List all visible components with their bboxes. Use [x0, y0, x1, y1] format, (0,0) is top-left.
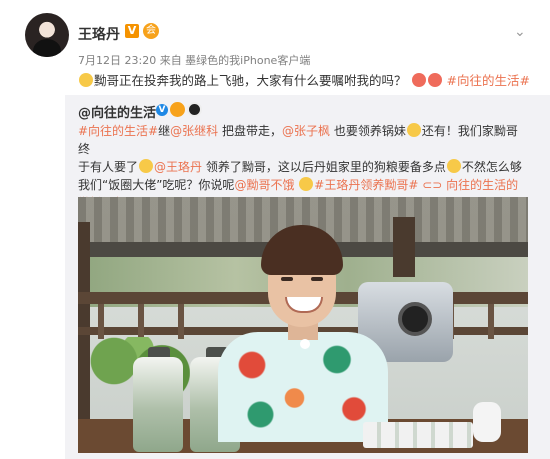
camera-lens — [398, 302, 432, 336]
member-icon: 会 — [143, 23, 159, 39]
vip-badge: V — [125, 24, 139, 38]
post-photo[interactable] — [78, 197, 528, 453]
baluster — [488, 304, 494, 339]
hashtag-link[interactable]: #王珞丹领养黝哥# — [314, 178, 418, 192]
hashtag-link[interactable]: #向往的生活# — [78, 124, 158, 138]
text-fragment: 领养了黝哥，这以后丹姐家里的狗粮要备多点 — [205, 160, 446, 174]
dog-figurine — [473, 402, 501, 442]
panda-icon — [187, 102, 202, 117]
face-emoji-icon — [406, 123, 421, 137]
dog-emoji-icon — [299, 177, 314, 191]
person-eye — [311, 277, 323, 281]
hashtag-link[interactable]: #向往的生活# — [446, 73, 529, 88]
text-fragment: 把盘带走， — [221, 124, 282, 138]
text-fragment: 我们“饭圈大佬”吃呢？你说呢 — [78, 178, 235, 192]
chevron-down-icon[interactable]: ⌄ — [514, 24, 526, 40]
dog-emoji-icon — [79, 73, 93, 87]
post-text: 黝哥正在投奔我的路上飞驰，大家有什么要嘱咐我的吗？ #向往的生活# — [78, 72, 533, 90]
dog-emoji-icon — [446, 159, 461, 173]
lapel-mic — [300, 339, 310, 349]
avatar[interactable] — [25, 13, 69, 57]
baluster — [98, 304, 104, 339]
mention-link[interactable]: @王珞丹 — [154, 160, 202, 174]
face-emoji-icon — [139, 159, 154, 173]
video-link-icon[interactable]: ⊂⊃ — [422, 178, 442, 192]
post-meta: 7月12日 23:20 来自 墨绿色的我iPhone客户端 — [78, 54, 311, 67]
verified-icon: V — [156, 104, 168, 116]
text-fragment: 也要领养锅妹 — [333, 124, 406, 138]
mention-link[interactable]: @黝哥不饿 — [234, 178, 294, 192]
face-emoji-icon — [427, 73, 442, 87]
wooden-pillar — [393, 217, 415, 277]
user-name[interactable]: 王珞丹 — [78, 24, 120, 44]
member-icon — [170, 102, 185, 117]
text-fragment: 于有人要了 — [78, 160, 139, 174]
mention-link[interactable]: @张子枫 — [282, 124, 330, 138]
repost-user-link[interactable]: @向往的生活 — [78, 102, 156, 121]
kettle — [133, 357, 183, 452]
post-body: 黝哥正在投奔我的路上飞驰，大家有什么要嘱咐我的吗？ — [94, 73, 407, 88]
text-fragment: 不然怎么够 — [461, 160, 522, 174]
face-emoji-icon — [411, 73, 426, 87]
mention-link[interactable]: @张继科 — [170, 124, 218, 138]
person-eye — [281, 277, 293, 281]
baluster — [138, 304, 144, 339]
tea-cups — [363, 422, 473, 448]
baluster — [178, 304, 184, 339]
text-fragment: 继 — [158, 124, 171, 138]
